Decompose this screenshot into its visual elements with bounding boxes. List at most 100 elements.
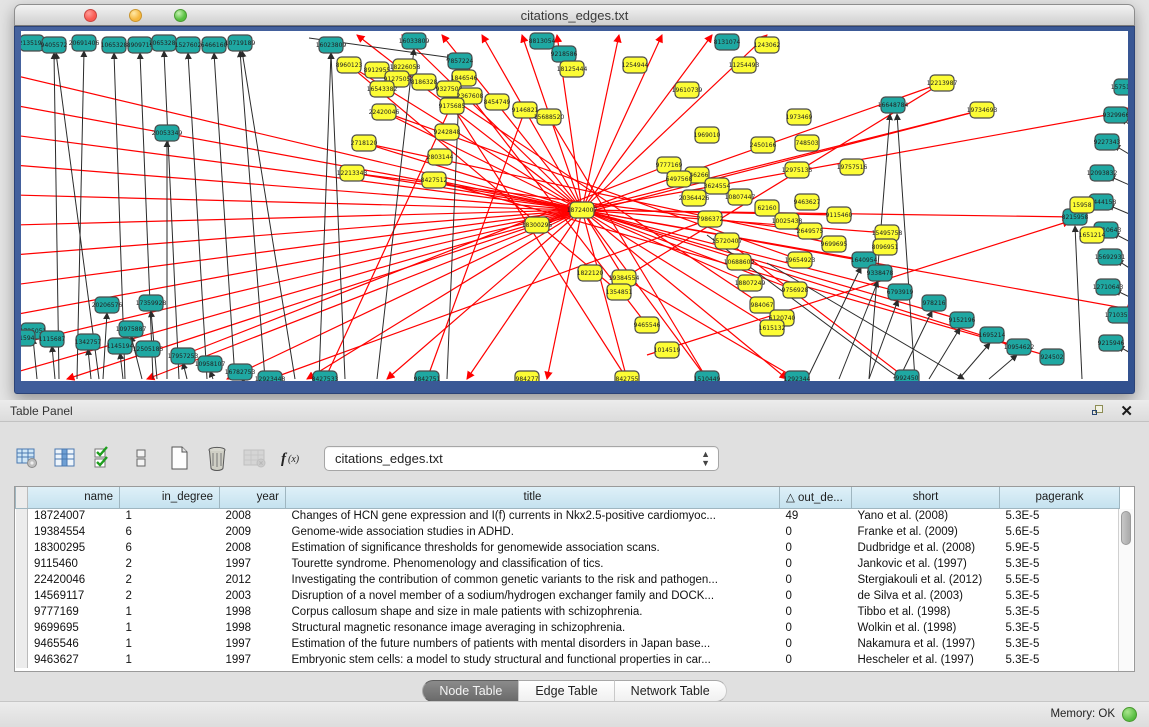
table-cell[interactable]: 0 (780, 620, 852, 636)
network-edge[interactable] (929, 328, 960, 379)
table-cell[interactable]: Corpus callosum shape and size in male p… (286, 604, 780, 620)
column-header-title[interactable]: title (286, 487, 780, 508)
network-edge[interactable] (959, 343, 990, 379)
network-edge[interactable] (807, 267, 861, 379)
table-cell[interactable]: 0 (780, 636, 852, 652)
network-edge[interactable] (240, 51, 265, 379)
graph-node[interactable]: 10958107 (195, 356, 226, 372)
graph-node[interactable]: 16023809 (316, 37, 347, 53)
graph-node-selected[interactable]: 1615132 (759, 320, 786, 336)
network-edge[interactable] (21, 210, 582, 225)
table-cell[interactable]: 14569117 (28, 588, 120, 604)
delete-table-icon[interactable] (242, 445, 268, 471)
table-row[interactable]: 1872400712008Changes of HCN gene express… (16, 508, 1120, 524)
column-header-out_de[interactable]: △ out_de... (780, 487, 852, 508)
graph-node[interactable]: 1292344 (784, 371, 811, 381)
graph-node[interactable]: 12505185 (133, 341, 164, 357)
graph-node-selected[interactable]: 8427512 (421, 172, 448, 188)
graph-node[interactable]: 9338478 (867, 265, 894, 281)
network-edge[interactable] (452, 106, 627, 379)
network-edge[interactable] (88, 349, 91, 379)
table-cell[interactable]: 22420046 (28, 572, 120, 588)
graph-node[interactable]: 6793919 (887, 284, 914, 300)
table-row[interactable]: 977716911998Corpus callosum shape and si… (16, 604, 1120, 620)
graph-node[interactable]: 20206576 (92, 297, 123, 313)
table-cell[interactable]: 5.3E-5 (1000, 508, 1120, 524)
graph-node-selected[interactable]: 22420046 (369, 104, 400, 120)
row-height-icon[interactable] (128, 445, 154, 471)
graph-node[interactable]: 20053349 (152, 125, 183, 141)
table-cell[interactable]: 1997 (220, 652, 286, 668)
graph-node[interactable]: 1145194 (107, 338, 134, 354)
table-cell[interactable]: 5.3E-5 (1000, 588, 1120, 604)
graph-node-selected[interactable]: 10807447 (725, 189, 756, 205)
table-row[interactable]: 2242004622012Investigating the contribut… (16, 572, 1120, 588)
column-header-year[interactable]: year (220, 487, 286, 508)
graph-node[interactable]: 1065328 (101, 37, 128, 53)
graph-node[interactable]: 1510449 (694, 371, 721, 381)
delete-trash-icon[interactable] (204, 445, 230, 471)
table-cell[interactable]: Stergiakouli et al. (2012) (852, 572, 1000, 588)
graph-node[interactable]: 1695214 (979, 327, 1006, 343)
graph-node-selected[interactable]: 984067 (750, 297, 774, 313)
graph-node[interactable]: 9405572 (41, 37, 68, 53)
close-panel-icon[interactable]: ✕ (1120, 402, 1133, 420)
table-cell[interactable]: 2 (120, 588, 220, 604)
table-cell[interactable]: Nakamura et al. (1997) (852, 636, 1000, 652)
graph-node[interactable]: 1115687 (39, 331, 66, 347)
graph-node[interactable]: 9152196 (949, 312, 976, 328)
graph-node[interactable]: 391594 (21, 330, 35, 346)
table-cell[interactable]: 2008 (220, 508, 286, 524)
table-cell[interactable]: Yano et al. (2008) (852, 508, 1000, 524)
graph-node-selected[interactable]: 19610739 (672, 82, 703, 98)
table-cell[interactable]: Tibbo et al. (1998) (852, 604, 1000, 620)
show-columns-icon[interactable] (52, 445, 78, 471)
graph-node[interactable]: 9329966 (1103, 107, 1128, 123)
graph-node[interactable]: 1527602 (175, 37, 202, 53)
table-cell[interactable]: Embryonic stem cells: a model to study s… (286, 652, 780, 668)
graph-node[interactable]: 6466160 (201, 37, 228, 53)
table-cell[interactable]: 0 (780, 588, 852, 604)
graph-node[interactable]: 992450 (895, 370, 919, 381)
table-cell[interactable]: Franke et al. (2009) (852, 524, 1000, 540)
graph-node-selected[interactable]: 9465546 (634, 317, 661, 333)
table-cell[interactable]: 1997 (220, 556, 286, 572)
table-cell[interactable]: Wolkin et al. (1998) (852, 620, 1000, 636)
table-cell[interactable]: Genome-wide association studies in ADHD. (286, 524, 780, 540)
graph-node-selected[interactable]: 9175685 (439, 98, 466, 114)
graph-node[interactable]: 20691406 (69, 35, 100, 51)
table-cell[interactable]: Hescheler et al. (1997) (852, 652, 1000, 668)
graph-node-selected[interactable]: 2649575 (797, 223, 824, 239)
table-cell[interactable]: 0 (780, 556, 852, 572)
new-document-icon[interactable] (166, 445, 192, 471)
graph-node-selected[interactable]: 1651214 (1079, 227, 1106, 243)
column-header-in_degree[interactable]: in_degree (120, 487, 220, 508)
table-cell[interactable]: 0 (780, 652, 852, 668)
graph-node[interactable]: 15751074 (1111, 79, 1128, 95)
tab-node-table[interactable]: Node Table (422, 680, 519, 702)
graph-node[interactable]: 12923448 (255, 371, 286, 381)
table-row[interactable]: 946362711997Embryonic stem cells: a mode… (16, 652, 1120, 668)
graph-node[interactable]: 16033809 (399, 33, 430, 49)
table-row[interactable]: 946554611997Estimation of the future num… (16, 636, 1120, 652)
graph-node[interactable]: 15692931 (1095, 249, 1126, 265)
tab-network-table[interactable]: Network Table (615, 680, 727, 702)
table-cell[interactable]: Structural magnetic resonance image aver… (286, 620, 780, 636)
graph-node[interactable]: 17359928 (136, 295, 167, 311)
table-cell[interactable]: 0 (780, 540, 852, 556)
graph-node-selected[interactable]: 9699695 (821, 236, 848, 252)
graph-node[interactable]: 17103554 (1105, 307, 1128, 323)
network-edge[interactable] (77, 51, 84, 379)
table-cell[interactable]: 5.3E-5 (1000, 652, 1120, 668)
network-edge[interactable] (447, 69, 460, 379)
graph-node[interactable]: 10719189 (225, 35, 256, 51)
table-cell[interactable]: Dudbridge et al. (2008) (852, 540, 1000, 556)
tab-edge-table[interactable]: Edge Table (519, 680, 614, 702)
graph-node-selected[interactable]: 8186328 (411, 74, 438, 90)
graph-node-selected[interactable]: 6497568 (666, 171, 693, 187)
network-edge[interactable] (582, 35, 619, 210)
table-cell[interactable]: Jankovic et al. (1997) (852, 556, 1000, 572)
graph-node-selected[interactable]: 1243062 (754, 37, 781, 53)
network-edge[interactable] (582, 210, 707, 379)
graph-node-selected[interactable]: 12213343 (337, 165, 368, 181)
